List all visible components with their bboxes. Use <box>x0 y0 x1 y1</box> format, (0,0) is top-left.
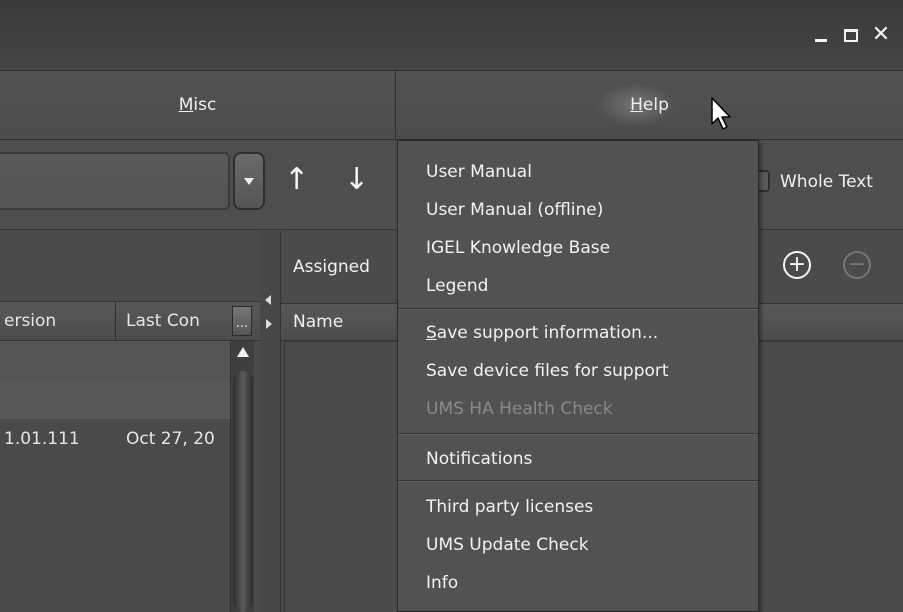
menu-item-user-manual[interactable]: User Manual <box>398 153 758 191</box>
mouse-cursor-icon <box>711 97 731 130</box>
menu-item-save-device-files[interactable]: Save device files for support <box>398 352 758 390</box>
scroll-up-icon[interactable] <box>237 347 249 357</box>
menu-item-save-support-info[interactable]: Save support information... <box>398 314 758 352</box>
maximize-icon <box>844 28 858 42</box>
menu-item-knowledge-base[interactable]: IGEL Knowledge Base <box>398 229 758 267</box>
search-dropdown-button[interactable] <box>233 152 265 210</box>
menu-bar: Misc Help <box>0 70 903 140</box>
table-row[interactable]: 1.01.111 Oct 27, 20 <box>0 419 230 459</box>
vertical-scrollbar[interactable] <box>230 341 254 612</box>
pane-splitter[interactable] <box>260 231 280 612</box>
menu-item-third-party-licenses[interactable]: Third party licenses <box>398 488 758 526</box>
table-group-row[interactable] <box>0 341 230 381</box>
menu-help[interactable]: Help <box>396 71 903 139</box>
menu-misc[interactable]: Misc <box>0 71 396 139</box>
table-header: ersion Last Con ... <box>0 301 260 341</box>
close-icon: ✕ <box>871 22 891 47</box>
minimize-button[interactable] <box>808 20 834 50</box>
menu-misc-label: Misc <box>178 95 217 115</box>
add-icon[interactable]: + <box>783 251 811 279</box>
column-chooser-button[interactable]: ... <box>232 306 252 336</box>
menu-item-notifications[interactable]: Notifications <box>398 440 758 478</box>
column-last-contact[interactable]: Last Con <box>116 302 230 340</box>
scroll-thumb[interactable] <box>233 371 253 612</box>
collapse-left-icon[interactable] <box>265 295 271 305</box>
minimize-icon <box>815 38 827 42</box>
search-input[interactable] <box>0 152 230 210</box>
menu-separator <box>398 308 758 310</box>
whole-text-label: Whole Text <box>780 172 873 192</box>
title-bar: ✕ <box>0 0 903 70</box>
arrow-down-icon[interactable]: ↓ <box>344 162 369 197</box>
cell-last-contact: Oct 27, 20 <box>126 429 215 449</box>
menu-item-user-manual-offline[interactable]: User Manual (offline) <box>398 191 758 229</box>
menu-item-ha-health-check: UMS HA Health Check <box>426 399 613 419</box>
column-name[interactable]: Name <box>293 312 343 332</box>
table-body: 1.01.111 Oct 27, 20 <box>0 341 230 612</box>
menu-item-update-check[interactable]: UMS Update Check <box>398 526 758 564</box>
help-menu-popup: User Manual User Manual (offline) IGEL K… <box>397 140 759 612</box>
table-group-row[interactable] <box>0 381 230 419</box>
arrow-up-icon[interactable]: ↑ <box>284 162 309 197</box>
whole-text-checkbox[interactable] <box>758 170 770 192</box>
close-button[interactable]: ✕ <box>868 20 894 50</box>
column-version[interactable]: ersion <box>0 302 116 340</box>
collapse-right-icon[interactable] <box>266 319 272 329</box>
menu-separator <box>398 480 758 482</box>
remove-icon[interactable]: − <box>843 251 871 279</box>
menu-item-info[interactable]: Info <box>398 564 758 602</box>
menu-item-legend[interactable]: Legend <box>398 267 758 305</box>
menu-separator <box>398 433 758 435</box>
cell-version: 1.01.111 <box>4 429 80 449</box>
assigned-label: Assigned <box>293 257 370 277</box>
device-table: ersion Last Con ... 1.01.111 Oct 27, 20 <box>0 231 260 612</box>
menu-help-label: Help <box>630 95 669 115</box>
chevron-down-icon <box>244 177 254 185</box>
menu-item-label: Save support information... <box>426 323 659 343</box>
maximize-button[interactable] <box>838 20 864 50</box>
